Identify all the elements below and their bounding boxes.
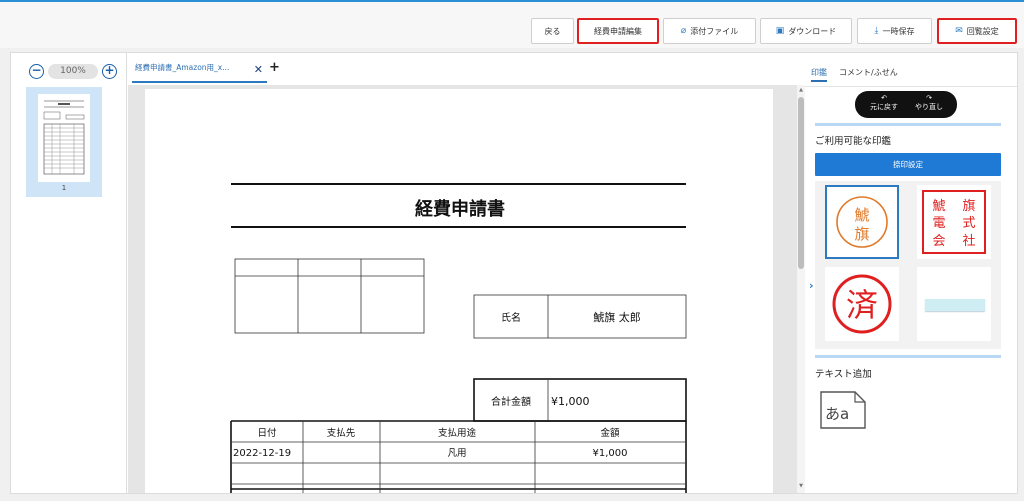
total-value: ¥1,000 bbox=[551, 395, 590, 408]
expense-edit-button[interactable]: 経費申請編集 bbox=[577, 18, 659, 44]
table-header-amount: 金額 bbox=[600, 427, 620, 439]
document-tab-bar: 経費申請書_Amazon用_x... ✕ + bbox=[128, 53, 803, 83]
stamp-round-name[interactable]: 鯱 旗 bbox=[825, 185, 899, 259]
section-divider-2 bbox=[815, 355, 1001, 358]
seal-char-1: 鯱 bbox=[932, 199, 945, 214]
row-date: 2022-12-19 bbox=[233, 448, 291, 459]
download-label: ダウンロード bbox=[788, 26, 837, 36]
paperclip-icon: ⌀ bbox=[680, 26, 687, 36]
stamp-done-char: 済 bbox=[846, 286, 878, 324]
stamp-sticky-note[interactable] bbox=[917, 267, 991, 341]
redo-label: やり直し bbox=[915, 103, 943, 111]
stamp-setting-label: 捺印設定 bbox=[893, 160, 923, 169]
thumbnail-page-number: 1 bbox=[61, 184, 67, 192]
zoom-out-icon[interactable]: − bbox=[29, 64, 44, 79]
text-add-button[interactable]: あa bbox=[817, 388, 869, 432]
zoom-value: 100% bbox=[48, 64, 98, 79]
text-add-icon-label: あa bbox=[825, 405, 849, 423]
available-stamps-title: ご利用可能な印鑑 bbox=[815, 136, 892, 147]
redo-icon: ↷ bbox=[926, 94, 932, 102]
download-file-icon: ▣ bbox=[775, 26, 785, 36]
seal-char-3: 電 bbox=[932, 216, 945, 231]
undo-icon: ↶ bbox=[881, 94, 887, 102]
zoom-in-icon[interactable]: + bbox=[102, 64, 117, 79]
document-tab[interactable]: 経費申請書_Amazon用_x... ✕ bbox=[132, 53, 267, 83]
document-viewer: 経費申請書 氏名 鯱旗 太郎 合計金額 ¥1,000 日付 支払先 支払用途 金… bbox=[128, 85, 803, 493]
save-temp-label: 一時保存 bbox=[882, 26, 915, 36]
table-header-date: 日付 bbox=[257, 428, 277, 439]
circulation-setting-button[interactable]: ✉ 回覧設定 bbox=[937, 18, 1017, 44]
main-frame: − 100% + 1 経費申請書_Amazon用_x... ✕ + 経費申請書 … bbox=[10, 52, 1018, 494]
table-header-purpose: 支払用途 bbox=[438, 427, 477, 439]
stamp-square-seal[interactable]: 鯱 旗 電 式 会 社 bbox=[917, 185, 991, 259]
save-download-icon: ⤓ bbox=[874, 26, 879, 36]
undo-button[interactable]: ↶ 元に戻す bbox=[865, 94, 903, 112]
mail-icon: ✉ bbox=[955, 26, 963, 36]
circulation-label: 回覧設定 bbox=[966, 26, 999, 36]
seal-char-2: 旗 bbox=[962, 198, 975, 214]
stamp-setting-button[interactable]: 捺印設定 bbox=[815, 153, 1001, 176]
right-panel-tabs: 印鑑 コメント/ふせん bbox=[805, 53, 1017, 87]
text-add-title: テキスト追加 bbox=[815, 369, 872, 380]
download-button[interactable]: ▣ ダウンロード bbox=[760, 18, 852, 44]
name-label: 氏名 bbox=[501, 311, 521, 324]
expense-table: 日付 支払先 支払用途 金額 2022-12-19 凡用 ¥1,000 bbox=[230, 420, 687, 493]
seal-char-6: 社 bbox=[962, 233, 975, 249]
total-label: 合計金額 bbox=[491, 395, 531, 408]
seal-char-5: 会 bbox=[932, 234, 945, 249]
thumbnail-panel: − 100% + 1 bbox=[11, 53, 127, 493]
redo-button[interactable]: ↷ やり直し bbox=[909, 94, 949, 112]
stamp-panel: 印鑑 コメント/ふせん ↶ 元に戻す ↷ やり直し ご利用可能な印鑑 捺印設定 … bbox=[805, 53, 1017, 493]
stamp-round-char-2: 旗 bbox=[854, 225, 869, 243]
add-tab-icon[interactable]: + bbox=[269, 60, 280, 75]
document-drawing: 経費申請書 氏名 鯱旗 太郎 合計金額 ¥1,000 日付 支払先 支払用途 金… bbox=[230, 183, 687, 493]
scroll-down-icon[interactable]: ▼ bbox=[797, 483, 805, 489]
expand-panel-icon[interactable]: › bbox=[809, 279, 814, 292]
table-header-payee: 支払先 bbox=[327, 427, 356, 439]
row-purpose: 凡用 bbox=[447, 448, 466, 459]
attach-file-button[interactable]: ⌀ 添付ファイル bbox=[663, 18, 756, 44]
save-temp-button[interactable]: ⤓ 一時保存 bbox=[857, 18, 932, 44]
expense-edit-label: 経費申請編集 bbox=[594, 26, 642, 36]
seal-char-4: 式 bbox=[962, 216, 975, 231]
close-icon[interactable]: ✕ bbox=[254, 63, 263, 76]
section-divider bbox=[815, 123, 1001, 126]
scroll-up-icon[interactable]: ▲ bbox=[797, 87, 805, 93]
undo-redo-control: ↶ 元に戻す ↷ やり直し bbox=[855, 91, 957, 118]
toolbar: 戻る 経費申請編集 ⌀ 添付ファイル ▣ ダウンロード ⤓ 一時保存 ✉ 回覧設… bbox=[0, 2, 1024, 48]
tab-stamps[interactable]: 印鑑 bbox=[811, 67, 827, 82]
document-title: 経費申請書 bbox=[415, 198, 505, 220]
sticky-note-shape bbox=[925, 299, 985, 311]
viewer-scrollbar[interactable]: ▲ ▼ bbox=[797, 85, 805, 493]
stamp-round-char-1: 鯱 bbox=[854, 206, 869, 224]
attach-label: 添付ファイル bbox=[690, 26, 739, 36]
document-page: 経費申請書 氏名 鯱旗 太郎 合計金額 ¥1,000 日付 支払先 支払用途 金… bbox=[145, 89, 773, 493]
back-label: 戻る bbox=[544, 26, 561, 36]
stamp-grid: 鯱 旗 鯱 旗 電 式 会 社 済 bbox=[815, 181, 1001, 349]
undo-label: 元に戻す bbox=[870, 103, 898, 111]
row-amount: ¥1,000 bbox=[593, 448, 628, 459]
thumbnail-image bbox=[38, 94, 90, 182]
name-value: 鯱旗 太郎 bbox=[593, 310, 641, 324]
stamp-done[interactable]: 済 bbox=[825, 267, 899, 341]
page-thumbnail[interactable]: 1 bbox=[26, 87, 102, 197]
back-button[interactable]: 戻る bbox=[531, 18, 574, 44]
tab-comments[interactable]: コメント/ふせん bbox=[839, 67, 898, 78]
zoom-control: − 100% + bbox=[29, 64, 117, 79]
scroll-thumb[interactable] bbox=[798, 97, 804, 269]
document-tab-label: 経費申請書_Amazon用_x... bbox=[135, 62, 230, 72]
approval-box bbox=[234, 258, 425, 334]
